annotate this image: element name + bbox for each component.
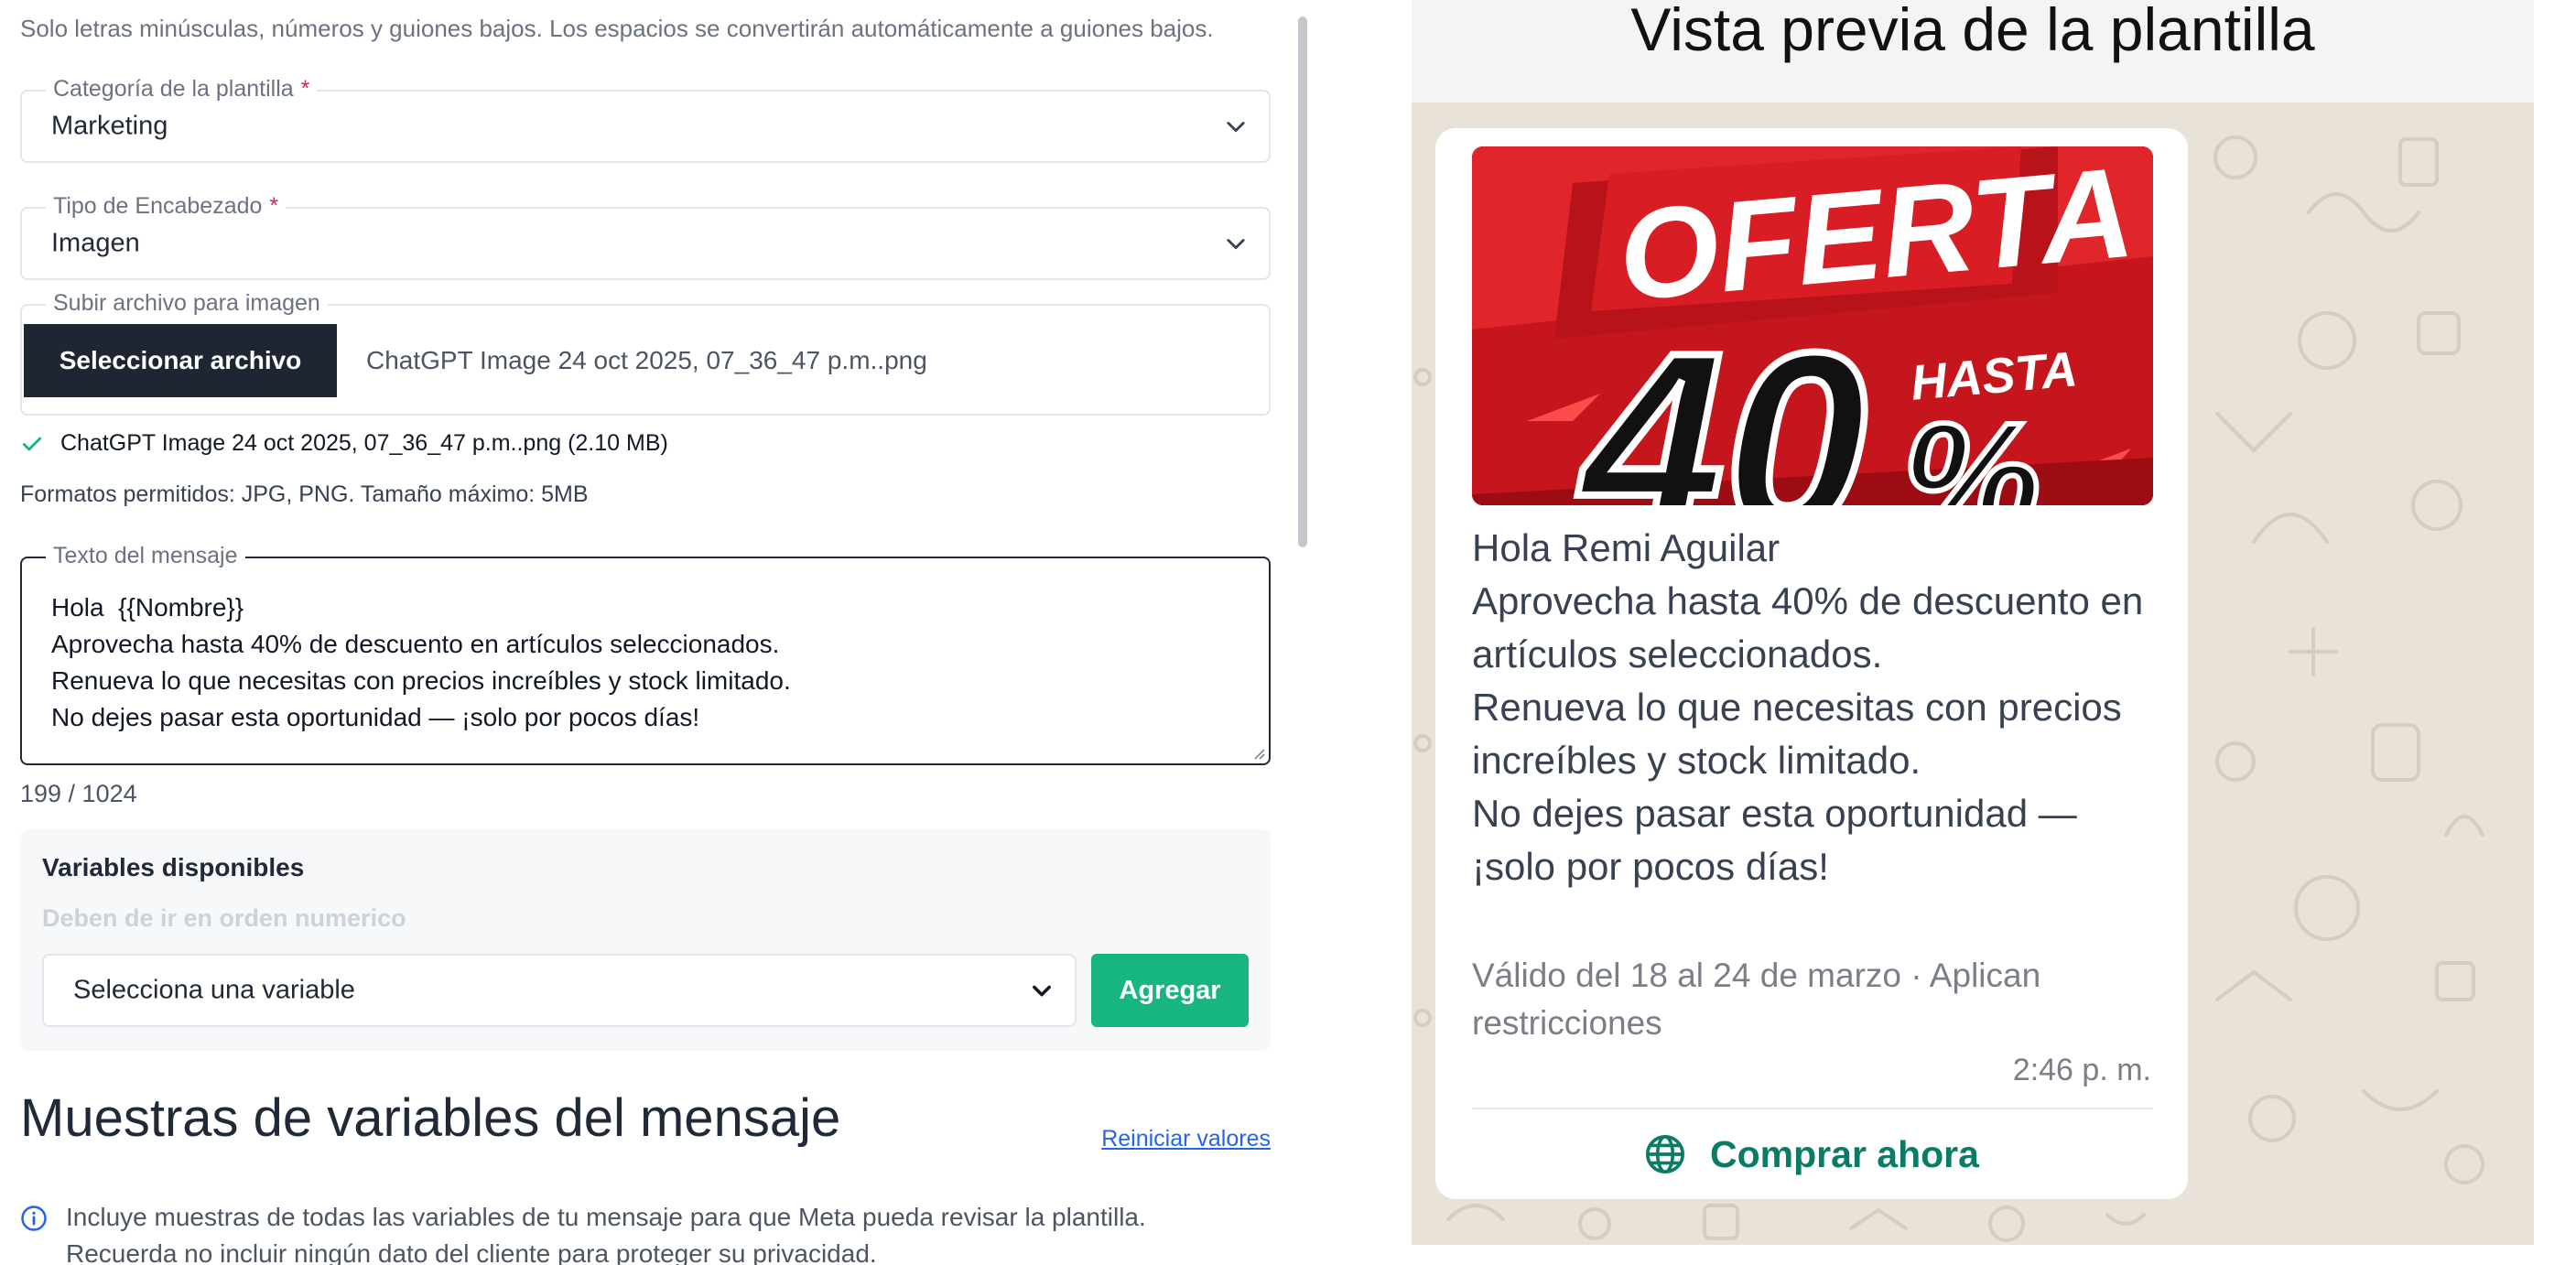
samples-info-text: Incluye muestras de todas las variables … <box>66 1203 1146 1265</box>
samples-info: Incluye muestras de todas las variables … <box>20 1199 1146 1265</box>
offer-percent-text: % <box>1902 391 2040 505</box>
preview-message-body: Hola Remi Aguilar Aprovecha hasta 40% de… <box>1472 526 2154 888</box>
category-select[interactable]: Categoría de la plantilla * Marketing <box>20 76 1271 163</box>
variables-title: Variables disponibles <box>42 853 305 881</box>
info-icon <box>21 1206 47 1231</box>
upload-status: ChatGPT Image 24 oct 2025, 07_36_47 p.m.… <box>20 430 668 457</box>
header-type-label: Tipo de Encabezado * <box>46 193 287 220</box>
chevron-down-icon <box>1227 239 1245 250</box>
message-bubble: OFERTA HASTA 40 % Hola Remi Aguilar Apro… <box>1435 128 2188 1199</box>
offer-number-text: 40 <box>1574 300 1867 505</box>
buy-now-label: Comprar ahora <box>1710 1132 1979 1175</box>
category-value: Marketing <box>51 111 168 141</box>
chevron-down-icon <box>1227 122 1245 133</box>
check-icon <box>22 437 42 450</box>
message-time: 2:46 p. m. <box>2012 1053 2151 1087</box>
upload-status-text: ChatGPT Image 24 oct 2025, 07_36_47 p.m.… <box>60 430 668 456</box>
chat-background: OFERTA HASTA 40 % Hola Remi Aguilar Apro… <box>1412 103 2534 1245</box>
preview-header: Vista previa de la plantilla <box>1412 0 2534 103</box>
upload-label: Subir archivo para imagen <box>46 290 328 317</box>
header-type-value: Imagen <box>51 228 140 258</box>
preview-title: Vista previa de la plantilla <box>1630 0 2315 63</box>
variable-select-placeholder: Selecciona una variable <box>73 975 355 1005</box>
form-scrollbar[interactable] <box>1298 16 1307 547</box>
message-label: Texto del mensaje <box>46 543 245 569</box>
header-image: OFERTA HASTA 40 % <box>1472 146 2153 505</box>
add-variable-button[interactable]: Agregar <box>1091 954 1249 1027</box>
resize-handle-icon[interactable] <box>1250 745 1265 760</box>
variable-select[interactable]: Selecciona una variable <box>42 954 1077 1027</box>
image-upload-field: Subir archivo para imagen Seleccionar ar… <box>20 290 1271 416</box>
char-counter: 199 / 1024 <box>20 780 137 807</box>
template-preview-panel: Vista previa de la plantilla OFERTA HAST… <box>1412 0 2534 1265</box>
globe-icon <box>1646 1135 1685 1173</box>
offer-banner-image: OFERTA HASTA 40 % <box>1472 146 2153 505</box>
message-text: Hola {{Nombre}} Aprovecha hasta 40% de de… <box>51 593 791 731</box>
template-form-panel: Solo letras minúsculas, números y guione… <box>0 0 1315 1265</box>
formats-hint: Formatos permitidos: JPG, PNG. Tamaño má… <box>20 481 589 507</box>
category-label: Categoría de la plantilla * <box>46 76 318 103</box>
reset-values-link[interactable]: Reiniciar valores <box>1101 1126 1271 1152</box>
selected-file-name: ChatGPT Image 24 oct 2025, 07_36_47 p.m.… <box>366 346 927 374</box>
message-textarea[interactable]: Texto del mensaje Hola {{Nombre}} Aprovec… <box>20 543 1271 765</box>
samples-section-title: Muestras de variables del mensaje <box>20 1088 841 1148</box>
variables-panel: Variables disponibles Deben de ir en ord… <box>20 829 1271 1051</box>
buy-now-button[interactable]: Comprar ahora <box>1435 1109 2188 1199</box>
select-file-button[interactable]: Seleccionar archivo <box>24 324 337 397</box>
header-type-select[interactable]: Tipo de Encabezado * Imagen <box>20 193 1271 280</box>
chevron-down-icon <box>1033 985 1051 997</box>
variables-hint: Deben de ir en orden numerico <box>42 904 406 932</box>
preview-footer: Válido del 18 al 24 de marzo · Aplican r… <box>1472 957 2041 1042</box>
name-hint: Solo letras minúsculas, números y guione… <box>20 15 1214 42</box>
